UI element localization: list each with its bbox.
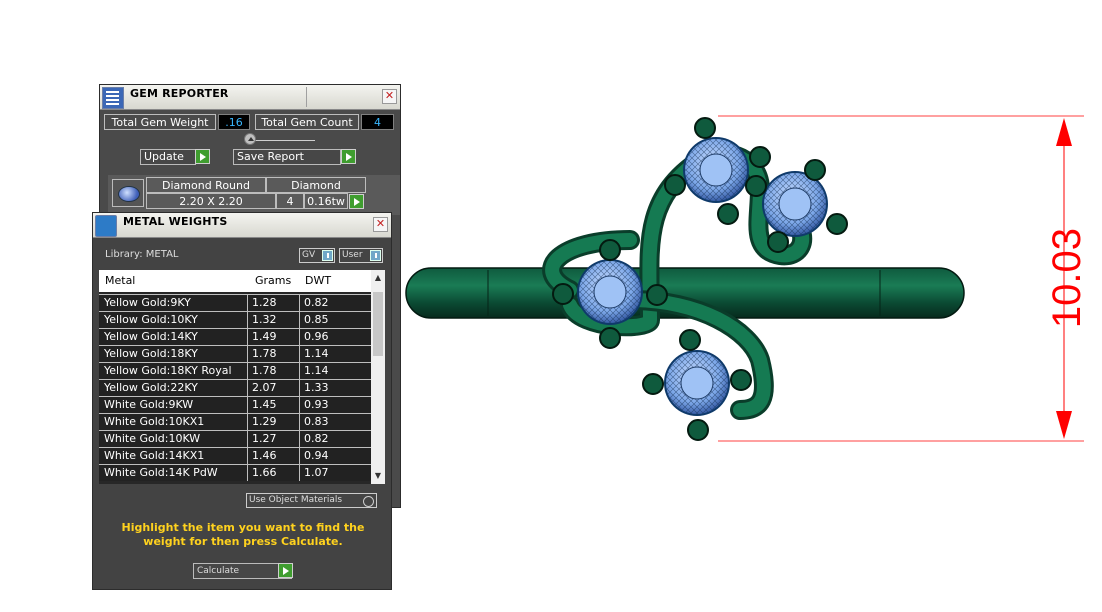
gem-count: 4	[276, 193, 304, 209]
column-metal[interactable]: Metal	[105, 274, 135, 287]
library-label: Library: METAL	[105, 249, 179, 260]
gem-size: 2.20 X 2.20	[146, 193, 276, 209]
cell-grams: 1.78	[247, 346, 299, 362]
cell-metal: Yellow Gold:10KY	[104, 313, 198, 326]
scrollbar-thumb[interactable]	[373, 292, 383, 356]
table-row[interactable]: Yellow Gold:9KY 1.28 0.82	[99, 294, 371, 311]
gem-reporter-title: GEM REPORTER	[130, 87, 229, 100]
cell-dwt: 1.33	[299, 380, 371, 396]
cell-metal: Yellow Gold:18KY	[104, 347, 198, 360]
table-row[interactable]: Yellow Gold:18KY 1.78 1.14	[99, 345, 371, 362]
table-row[interactable]: Yellow Gold:10KY 1.32 0.85	[99, 311, 371, 328]
info-icon	[370, 250, 381, 261]
scroll-up-icon[interactable]: ▲	[374, 274, 382, 282]
cell-dwt: 0.82	[299, 295, 371, 311]
cell-dwt: 0.94	[299, 448, 371, 464]
radio-icon	[363, 496, 374, 507]
metal-weights-panel: METAL WEIGHTS ✕ Library: METAL GV User M…	[92, 212, 392, 590]
gem-reporter-titlebar[interactable]: GEM REPORTER ✕	[100, 85, 400, 110]
cell-metal: White Gold:9KW	[104, 398, 194, 411]
gem-type: Diamond	[266, 177, 366, 193]
user-label: User	[342, 250, 363, 260]
play-icon[interactable]	[349, 194, 364, 209]
table-row[interactable]: White Gold:14K PdW 1.66 1.07	[99, 464, 371, 481]
cell-dwt: 0.85	[299, 312, 371, 328]
table-row[interactable]: White Gold:10KW 1.27 0.82	[99, 430, 371, 447]
play-icon[interactable]	[195, 149, 210, 164]
metal-weights-icon	[95, 215, 117, 237]
scroll-down-icon[interactable]: ▼	[374, 472, 382, 480]
total-gem-count-value: 4	[361, 114, 394, 130]
play-icon[interactable]	[278, 563, 293, 578]
close-icon[interactable]: ✕	[382, 89, 397, 104]
update-button[interactable]: Update	[140, 149, 196, 165]
cell-dwt: 1.14	[299, 363, 371, 379]
use-object-materials-toggle[interactable]: Use Object Materials	[246, 493, 377, 508]
cell-dwt: 0.82	[299, 431, 371, 447]
cell-metal: White Gold:10KW	[104, 432, 201, 445]
info-icon	[322, 250, 333, 261]
gem-list-item[interactable]: Diamond Round Diamond 2.20 X 2.20 4 0.16…	[108, 175, 400, 215]
table-row[interactable]: Yellow Gold:18KY Royal 1.78 1.14	[99, 362, 371, 379]
cell-dwt: 0.96	[299, 329, 371, 345]
close-icon[interactable]: ✕	[373, 217, 388, 232]
cell-dwt: 0.93	[299, 397, 371, 413]
cell-metal: Yellow Gold:18KY Royal	[104, 364, 232, 377]
cell-grams: 1.28	[247, 295, 299, 311]
cell-grams: 1.29	[247, 414, 299, 430]
gv-label: GV	[302, 250, 316, 260]
column-grams[interactable]: Grams	[255, 274, 291, 287]
total-gem-count-label: Total Gem Count	[255, 114, 359, 130]
metal-weights-titlebar[interactable]: METAL WEIGHTS ✕	[93, 213, 391, 238]
gem-thumbnail	[112, 179, 144, 207]
cell-grams: 1.27	[247, 431, 299, 447]
table-row[interactable]: White Gold:14KX1 1.46 0.94	[99, 447, 371, 464]
cell-grams: 2.07	[247, 380, 299, 396]
cell-grams: 1.32	[247, 312, 299, 328]
cell-dwt: 0.83	[299, 414, 371, 430]
table-row[interactable]: Yellow Gold:22KY 2.07 1.33	[99, 379, 371, 396]
diamond-icon	[118, 186, 140, 202]
user-toggle[interactable]: User	[339, 248, 383, 263]
cell-grams: 1.46	[247, 448, 299, 464]
instructions-text: Highlight the item you want to find the …	[121, 521, 365, 548]
collapse-toggle[interactable]	[244, 133, 256, 145]
total-gem-weight-value: .16	[218, 114, 250, 130]
use-object-materials-label: Use Object Materials	[249, 495, 343, 505]
metal-table[interactable]: Metal Grams DWT Yellow Gold:9KY 1.28 0.82 Y…	[99, 270, 385, 484]
cell-metal: Yellow Gold:22KY	[104, 381, 198, 394]
table-row[interactable]: White Gold:9KW 1.45 0.93	[99, 396, 371, 413]
cell-metal: White Gold:14KX1	[104, 449, 205, 462]
cell-dwt: 1.14	[299, 346, 371, 362]
column-dwt[interactable]: DWT	[305, 274, 331, 287]
cell-metal: Yellow Gold:9KY	[104, 296, 191, 309]
gem-shape: Diamond Round	[146, 177, 266, 193]
cell-grams: 1.78	[247, 363, 299, 379]
cell-metal: White Gold:14K PdW	[104, 466, 218, 479]
cell-dwt: 1.07	[299, 465, 371, 481]
gv-toggle[interactable]: GV	[299, 248, 335, 263]
cell-grams: 1.49	[247, 329, 299, 345]
table-row[interactable]: Yellow Gold:14KY 1.49 0.96	[99, 328, 371, 345]
cell-grams: 1.45	[247, 397, 299, 413]
ring-viewport[interactable]: 10.03	[400, 100, 1100, 460]
cell-metal: Yellow Gold:14KY	[104, 330, 198, 343]
cell-metal: White Gold:10KX1	[104, 415, 205, 428]
table-scrollbar[interactable]: ▲ ▼	[371, 270, 385, 484]
table-row[interactable]: White Gold:10KX1 1.29 0.83	[99, 413, 371, 430]
dimension-label: 10.03	[1045, 228, 1089, 328]
cell-grams: 1.66	[247, 465, 299, 481]
metal-weights-title: METAL WEIGHTS	[123, 215, 228, 228]
total-gem-weight-label: Total Gem Weight	[104, 114, 216, 130]
play-icon[interactable]	[341, 149, 356, 164]
gem-report-icon	[102, 87, 124, 109]
gem-weight: 0.16tw	[304, 193, 348, 209]
metal-table-header: Metal Grams DWT	[99, 270, 371, 292]
save-report-button[interactable]: Save Report	[233, 149, 341, 165]
